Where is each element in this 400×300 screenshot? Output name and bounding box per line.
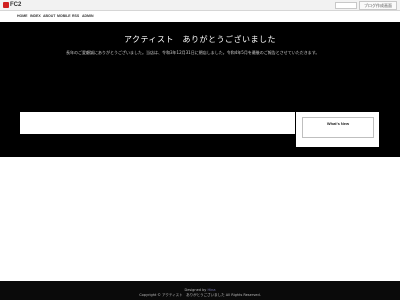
main-nav: HOME INDEX ABOUT MOBILE RSS ADMIN — [0, 11, 400, 22]
footer-copyright: Copyright © アクティスト ありがとうございました All Right… — [139, 293, 261, 297]
fc2-logo-icon — [3, 2, 9, 8]
footer: Designed by Hina Copyright © アクティスト ありがと… — [0, 281, 400, 300]
blog-create-button[interactable]: ブログ作成画面 — [359, 1, 397, 10]
designed-by-label: Designed by — [184, 288, 207, 292]
whats-new-heading: What's New — [326, 121, 350, 126]
nav-item-mobile[interactable]: MOBILE — [57, 14, 71, 18]
nav-item-home[interactable]: HOME — [17, 14, 28, 18]
nav-item-admin[interactable]: ADMIN — [82, 14, 93, 18]
content-area — [20, 112, 295, 134]
nav-item-rss[interactable]: RSS — [72, 14, 79, 18]
fc2-logo[interactable]: FC2 — [3, 1, 21, 9]
closing-notice: 長年のご愛顧誠にありがとうございました。当店は、令和3年12月31日に閉店しまし… — [66, 50, 320, 55]
nav-item-about[interactable]: ABOUT — [43, 14, 55, 18]
fc2-header-bar: FC2 ブログ作成画面 — [0, 0, 400, 11]
page-title: アクティスト ありがとうございました — [123, 35, 277, 44]
nav-item-index[interactable]: INDEX — [30, 14, 41, 18]
sidebar: What's New — [296, 112, 379, 147]
whats-new-box: What's New — [302, 117, 374, 138]
fc2-logo-text: FC2 — [10, 2, 22, 8]
designer-link[interactable]: Hina — [208, 288, 216, 292]
fc2-search-input[interactable] — [335, 2, 357, 9]
